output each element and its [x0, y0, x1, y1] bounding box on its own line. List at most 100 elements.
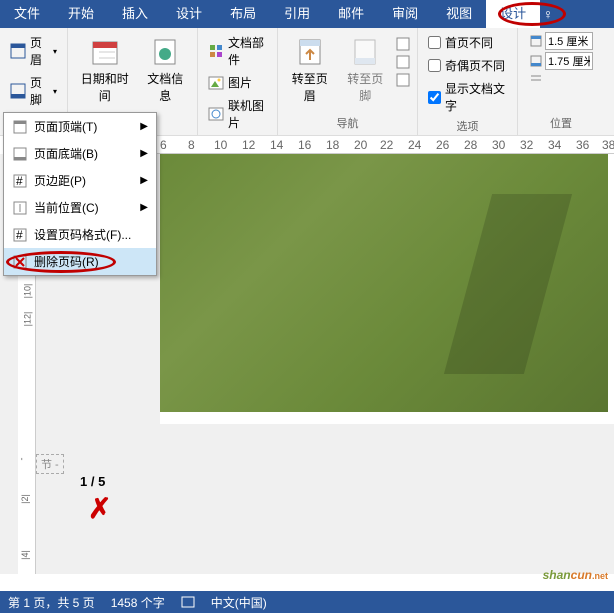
header-label: 页眉 [30, 34, 49, 68]
page-number-dropdown: 页面顶端(T) ▶ 页面底端(B) ▶ # 页边距(P) ▶ 当前位置(C) ▶… [3, 112, 157, 276]
picture-button[interactable]: 图片 [204, 72, 271, 93]
dd-format-label: 设置页码格式(F)... [34, 226, 131, 243]
doc-info-button[interactable]: 文档信息 [139, 32, 191, 108]
ruler-mark: 20 [354, 138, 367, 152]
current-pos-icon [12, 200, 28, 216]
dd-page-top-label: 页面顶端(T) [34, 118, 97, 135]
watermark-text2: cun [571, 568, 592, 582]
doc-parts-label: 文档部件 [228, 34, 267, 68]
doc-parts-button[interactable]: 文档部件 [204, 32, 271, 70]
options-group-label: 选项 [457, 116, 479, 134]
picture-label: 图片 [228, 74, 252, 91]
footer-pos-icon [529, 54, 543, 68]
status-page[interactable]: 第 1 页，共 5 页 [8, 594, 95, 611]
ribbon-group-options: 首页不同 奇偶页不同 显示文档文字 选项 [418, 28, 518, 135]
online-picture-button[interactable]: 联机图片 [204, 95, 271, 133]
svg-text:#: # [16, 174, 23, 188]
menu-layout[interactable]: 布局 [216, 0, 270, 28]
menu-home[interactable]: 开始 [54, 0, 108, 28]
page-top-icon [12, 119, 28, 135]
footer-icon [10, 83, 26, 99]
ruler-mark: 14 [270, 138, 283, 152]
goto-footer-icon [349, 36, 381, 68]
align-tab-icon [529, 72, 543, 86]
online-picture-label: 联机图片 [228, 97, 267, 131]
statusbar: 第 1 页，共 5 页 1458 个字 中文(中国) [0, 591, 614, 613]
next-icon[interactable] [395, 54, 411, 70]
footer-label: 页脚 [30, 74, 49, 108]
tell-me-icon[interactable]: ♀ [540, 6, 556, 22]
date-time-button[interactable]: 日期和时间 [74, 32, 135, 108]
vruler-mark: |4| [20, 550, 30, 560]
document-image[interactable] [160, 154, 608, 412]
vruler-mark: |12| [22, 312, 32, 327]
vruler-mark: |10| [22, 284, 32, 299]
menu-design-tools[interactable]: 设计 [486, 0, 540, 28]
ruler-mark: 32 [520, 138, 533, 152]
dd-remove-page-numbers[interactable]: 删除页码(R) [4, 248, 156, 275]
ruler-mark: 16 [298, 138, 311, 152]
status-language-icon [181, 595, 195, 609]
prev-icon[interactable] [395, 36, 411, 52]
dd-page-top[interactable]: 页面顶端(T) ▶ [4, 113, 156, 140]
menu-design[interactable]: 设计 [162, 0, 216, 28]
header-top-spinner[interactable] [529, 32, 593, 50]
dd-current-position[interactable]: 当前位置(C) ▶ [4, 194, 156, 221]
ruler-mark: 34 [548, 138, 561, 152]
align-tab-button[interactable] [529, 72, 593, 86]
page-number-field[interactable]: 1 / 5 [80, 474, 105, 489]
first-page-diff-label: 首页不同 [445, 34, 493, 51]
header-pos-icon [529, 34, 543, 48]
ruler-mark: 38 [602, 138, 614, 152]
doc-info-label: 文档信息 [145, 70, 185, 104]
ruler-mark: 18 [326, 138, 339, 152]
header-top-input[interactable] [545, 32, 593, 50]
dd-format-page-numbers[interactable]: # 设置页码格式(F)... [4, 221, 156, 248]
page-margins-icon: # [12, 173, 28, 189]
ruler-mark: 30 [492, 138, 505, 152]
ruler-mark: 24 [408, 138, 421, 152]
link-icon[interactable] [395, 72, 411, 88]
chevron-down-icon: ▾ [53, 87, 57, 96]
menu-view[interactable]: 视图 [432, 0, 486, 28]
dd-page-bottom[interactable]: 页面底端(B) ▶ [4, 140, 156, 167]
red-x-mark: ✗ [88, 492, 111, 525]
menu-insert[interactable]: 插入 [108, 0, 162, 28]
menu-references[interactable]: 引用 [270, 0, 324, 28]
menu-mailings[interactable]: 邮件 [324, 0, 378, 28]
menu-review[interactable]: 审阅 [378, 0, 432, 28]
format-icon: # [12, 227, 28, 243]
show-doc-text-input[interactable] [428, 91, 441, 104]
vruler-mark: - [17, 458, 27, 461]
odd-even-diff-checkbox[interactable]: 奇偶页不同 [424, 55, 511, 76]
menu-file[interactable]: 文件 [0, 0, 54, 28]
goto-header-button[interactable]: 转至页眉 [284, 32, 336, 108]
ribbon-group-position: 位置 [518, 28, 604, 135]
doc-parts-icon [208, 43, 224, 59]
odd-even-diff-input[interactable] [428, 59, 441, 72]
goto-header-icon [294, 36, 326, 68]
header-icon [10, 43, 26, 59]
first-page-diff-checkbox[interactable]: 首页不同 [424, 32, 511, 53]
watermark-text1: shan [543, 568, 571, 582]
dd-page-margins[interactable]: # 页边距(P) ▶ [4, 167, 156, 194]
footer-bottom-input[interactable] [545, 52, 593, 70]
online-picture-icon [208, 106, 224, 122]
arrow-right-icon: ▶ [140, 148, 148, 159]
footer-button[interactable]: 页脚 ▾ [6, 72, 61, 110]
calendar-icon [89, 36, 121, 68]
position-group-label: 位置 [550, 113, 572, 131]
picture-icon [208, 75, 224, 91]
show-doc-text-checkbox[interactable]: 显示文档文字 [424, 78, 511, 116]
remove-icon [12, 254, 28, 270]
ruler-mark: 10 [214, 138, 227, 152]
first-page-diff-input[interactable] [428, 36, 441, 49]
document-page[interactable] [160, 154, 614, 424]
header-button[interactable]: 页眉 ▾ [6, 32, 61, 70]
ruler-mark: 8 [188, 138, 195, 152]
goto-footer-button[interactable]: 转至页脚 [340, 32, 392, 108]
status-language[interactable]: 中文(中国) [211, 594, 267, 611]
status-words[interactable]: 1458 个字 [111, 594, 165, 611]
nav-group-label: 导航 [337, 113, 359, 131]
footer-bottom-spinner[interactable] [529, 52, 593, 70]
